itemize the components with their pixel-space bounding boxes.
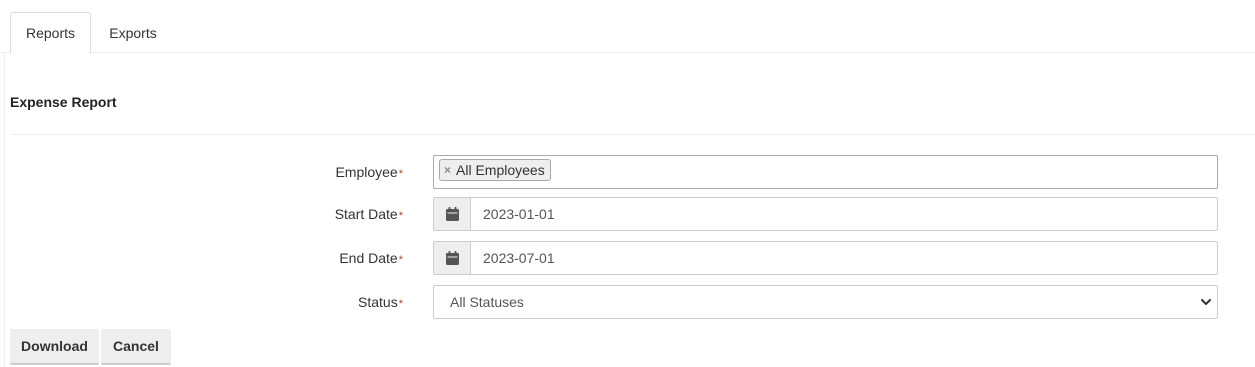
tab-reports-label: Reports xyxy=(25,25,76,41)
required-mark: * xyxy=(398,168,403,180)
remove-tag-icon[interactable]: × xyxy=(444,163,451,177)
required-mark: * xyxy=(398,254,403,266)
status-selected-value: All Statuses xyxy=(450,294,524,310)
tab-reports[interactable]: Reports xyxy=(10,12,91,54)
employee-label-text: Employee xyxy=(335,164,398,180)
status-select[interactable]: All Statuses xyxy=(433,285,1218,319)
section-divider xyxy=(10,134,1255,135)
cancel-button[interactable]: Cancel xyxy=(101,329,171,365)
tab-exports[interactable]: Exports xyxy=(91,12,175,53)
expense-report-page: Reports Exports Expense Report Employee*… xyxy=(0,0,1255,367)
start-date-group xyxy=(433,197,1218,231)
panel-left-border xyxy=(4,53,5,367)
status-label-text: Status xyxy=(358,294,398,310)
start-date-calendar-button[interactable] xyxy=(434,198,471,230)
end-date-label: End Date* xyxy=(339,250,403,266)
status-label: Status* xyxy=(358,294,403,310)
tab-exports-label: Exports xyxy=(109,24,157,41)
required-mark: * xyxy=(398,210,403,222)
calendar-icon xyxy=(445,251,459,265)
start-date-label-text: Start Date xyxy=(334,206,398,222)
end-date-group xyxy=(433,241,1218,275)
employee-multiselect[interactable]: × All Employees xyxy=(433,155,1218,189)
section-title: Expense Report xyxy=(10,94,117,110)
tab-bar: Reports Exports xyxy=(0,0,1255,54)
end-date-label-text: End Date xyxy=(339,250,398,266)
employee-tag-label: All Employees xyxy=(456,162,545,178)
required-mark: * xyxy=(398,298,403,310)
download-button[interactable]: Download xyxy=(10,329,99,365)
end-date-calendar-button[interactable] xyxy=(434,242,471,274)
chevron-down-icon xyxy=(1201,299,1211,305)
start-date-input[interactable] xyxy=(471,198,1217,230)
start-date-label: Start Date* xyxy=(335,206,403,222)
employee-tag: × All Employees xyxy=(439,159,551,181)
end-date-input[interactable] xyxy=(471,242,1217,274)
employee-label: Employee* xyxy=(335,164,403,180)
calendar-icon xyxy=(445,207,459,221)
